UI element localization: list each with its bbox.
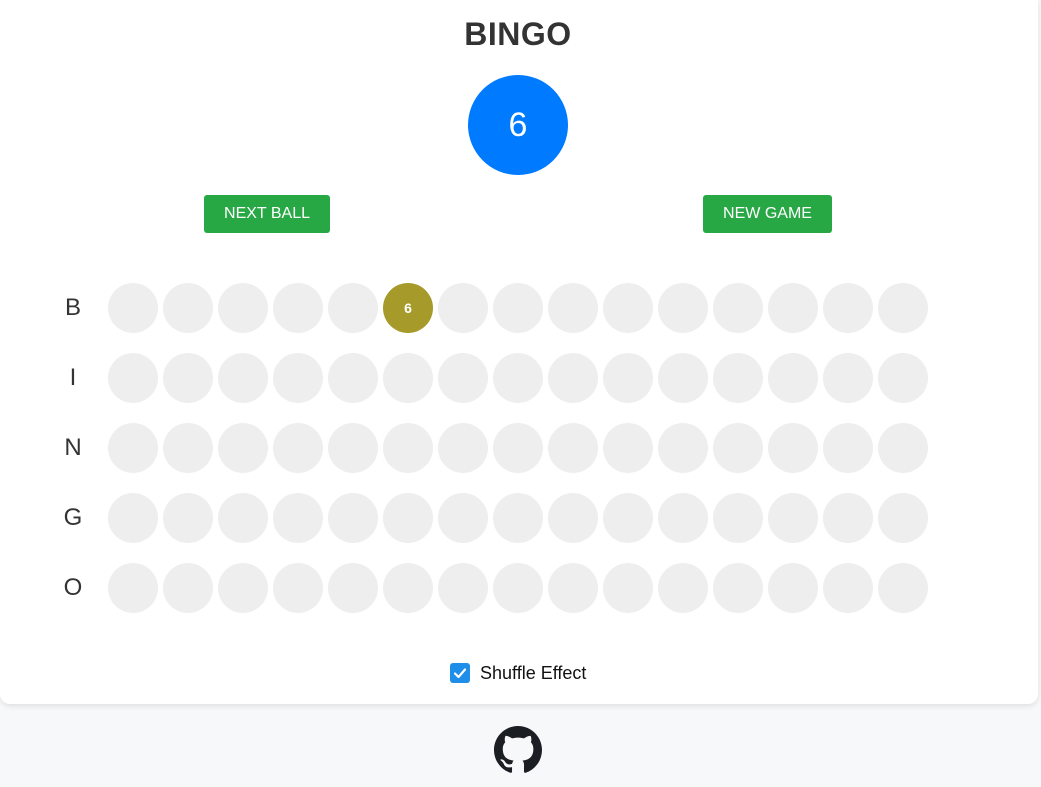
board-cell bbox=[328, 563, 378, 613]
board-cell bbox=[713, 353, 763, 403]
board-cell bbox=[878, 423, 928, 473]
board-cell bbox=[218, 563, 268, 613]
board-row-i: I bbox=[0, 353, 940, 403]
board-cell bbox=[603, 353, 653, 403]
board-cell bbox=[603, 563, 653, 613]
board-cell bbox=[383, 563, 433, 613]
board-cell bbox=[218, 283, 268, 333]
board-cell bbox=[438, 563, 488, 613]
board-cell bbox=[603, 283, 653, 333]
shuffle-effect-toggle[interactable]: Shuffle Effect bbox=[450, 663, 586, 683]
bingo-card: BINGO 6 NEXT BALL NEW GAME B6INGO Shuffl… bbox=[0, 0, 1038, 704]
board-cell bbox=[108, 353, 158, 403]
board-cell bbox=[548, 493, 598, 543]
check-icon bbox=[453, 668, 467, 679]
called-ball-cell: 6 bbox=[383, 283, 433, 333]
board-cell bbox=[383, 493, 433, 543]
row-letter: I bbox=[69, 364, 77, 391]
board-cell bbox=[658, 353, 708, 403]
board-row-b: B6 bbox=[0, 283, 940, 333]
board-cell bbox=[768, 423, 818, 473]
board-cell bbox=[823, 493, 873, 543]
board-cell bbox=[163, 283, 213, 333]
github-icon[interactable] bbox=[494, 726, 542, 774]
board-cell bbox=[713, 423, 763, 473]
row-letter: N bbox=[64, 434, 82, 461]
board-cell bbox=[328, 493, 378, 543]
board-cell bbox=[603, 493, 653, 543]
page-title: BINGO bbox=[464, 16, 572, 52]
board-row-o: O bbox=[0, 563, 940, 613]
board-cell bbox=[878, 563, 928, 613]
board-cell bbox=[493, 563, 543, 613]
new-game-button[interactable]: NEW GAME bbox=[703, 195, 832, 233]
board-cell bbox=[218, 493, 268, 543]
board-cell bbox=[548, 563, 598, 613]
board-cell bbox=[218, 423, 268, 473]
board-cell bbox=[603, 423, 653, 473]
board-cell bbox=[328, 423, 378, 473]
board-cell bbox=[108, 283, 158, 333]
board-cell bbox=[548, 283, 598, 333]
board-cell bbox=[658, 493, 708, 543]
board-cell bbox=[108, 423, 158, 473]
board-cell bbox=[163, 353, 213, 403]
board-cell bbox=[548, 353, 598, 403]
board-cell bbox=[438, 423, 488, 473]
board-cell bbox=[328, 283, 378, 333]
board-cell bbox=[658, 423, 708, 473]
board-cell bbox=[218, 353, 268, 403]
board-cell bbox=[713, 283, 763, 333]
board-cell bbox=[108, 493, 158, 543]
board-cell bbox=[493, 353, 543, 403]
board-cell bbox=[273, 353, 323, 403]
board-cell bbox=[823, 423, 873, 473]
row-letter: G bbox=[63, 504, 83, 531]
board-cell bbox=[273, 283, 323, 333]
board-cell bbox=[713, 493, 763, 543]
board-cell bbox=[878, 493, 928, 543]
board-cell bbox=[163, 493, 213, 543]
board-cell bbox=[713, 563, 763, 613]
board-cell bbox=[548, 423, 598, 473]
board-cell bbox=[383, 353, 433, 403]
board-cell bbox=[493, 493, 543, 543]
board-cell bbox=[823, 283, 873, 333]
board-cell bbox=[438, 283, 488, 333]
current-ball: 6 bbox=[468, 75, 568, 175]
board-cell bbox=[273, 423, 323, 473]
board-cell bbox=[823, 353, 873, 403]
next-ball-button[interactable]: NEXT BALL bbox=[204, 195, 330, 233]
board-cell bbox=[878, 353, 928, 403]
board-cell bbox=[328, 353, 378, 403]
board-cell bbox=[768, 563, 818, 613]
board-cell bbox=[823, 563, 873, 613]
board-cell bbox=[658, 283, 708, 333]
current-ball-number: 6 bbox=[508, 105, 528, 144]
board-cell bbox=[493, 283, 543, 333]
board-cell bbox=[438, 353, 488, 403]
shuffle-effect-checkbox[interactable] bbox=[450, 663, 470, 683]
row-letter: O bbox=[63, 574, 83, 601]
board-cell bbox=[493, 423, 543, 473]
board-cell bbox=[383, 423, 433, 473]
board-row-n: N bbox=[0, 423, 940, 473]
board-cell bbox=[108, 563, 158, 613]
board-cell bbox=[163, 423, 213, 473]
board-cell bbox=[768, 283, 818, 333]
board-cell bbox=[658, 563, 708, 613]
row-letter: B bbox=[64, 294, 81, 321]
board-cell bbox=[768, 493, 818, 543]
shuffle-effect-label: Shuffle Effect bbox=[480, 662, 587, 683]
board-cell bbox=[163, 563, 213, 613]
board-cell bbox=[273, 563, 323, 613]
board-cell bbox=[768, 353, 818, 403]
board-row-g: G bbox=[0, 493, 940, 543]
board-cell bbox=[878, 283, 928, 333]
board-cell bbox=[438, 493, 488, 543]
board-cell bbox=[273, 493, 323, 543]
